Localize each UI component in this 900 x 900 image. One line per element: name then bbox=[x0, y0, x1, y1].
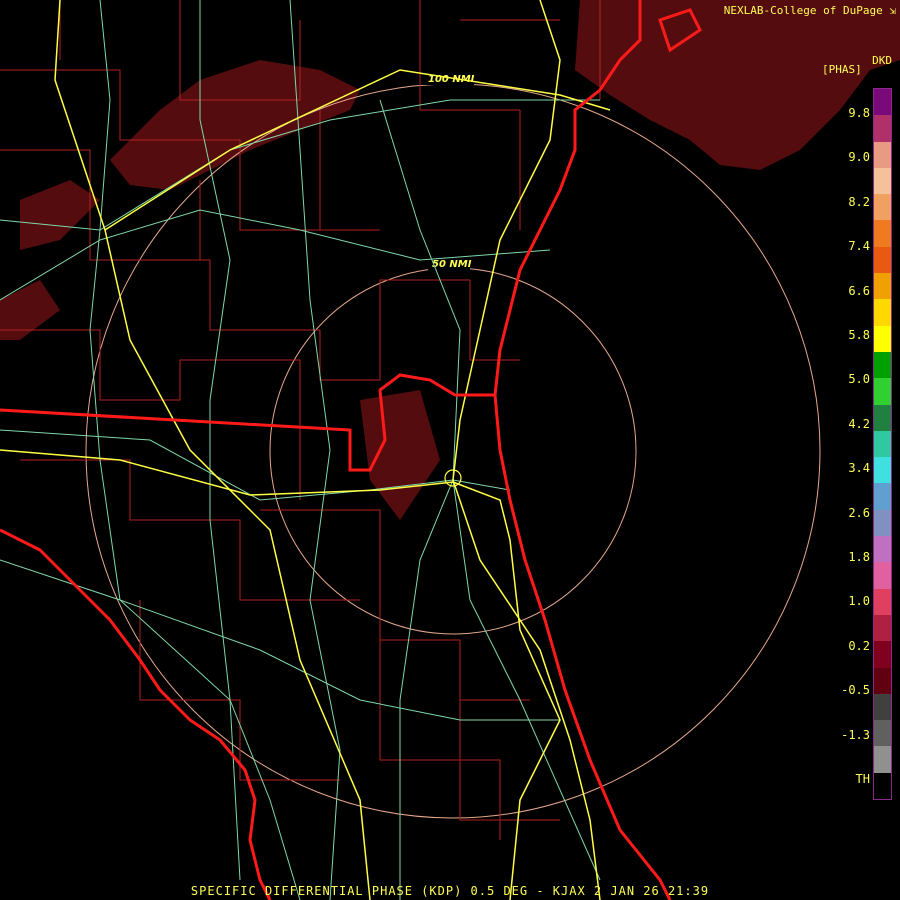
product-code: DKD bbox=[872, 54, 892, 67]
legend-swatch bbox=[874, 720, 891, 747]
legend-label: 2.6 bbox=[848, 505, 870, 520]
legend-label: 6.6 bbox=[848, 283, 870, 298]
legend-label: 1.8 bbox=[848, 550, 870, 564]
legend-swatch bbox=[874, 509, 891, 537]
legend-labels: 9.8 9.0 8.2 7.4 6.6 5.8 5.0 4.2 3.4 2.6 1.8 1.0 0.2 -… bbox=[840, 88, 870, 808]
legend-swatch bbox=[874, 536, 891, 563]
legend-swatch bbox=[874, 167, 891, 195]
legend-swatch bbox=[874, 89, 891, 116]
legend-swatch bbox=[874, 351, 891, 379]
legend-swatch bbox=[874, 220, 891, 248]
units-label: [PHAS] bbox=[822, 63, 862, 76]
legend-swatch bbox=[874, 194, 891, 221]
legend-swatch bbox=[874, 299, 891, 327]
legend-swatch bbox=[874, 483, 891, 511]
legend-swatch bbox=[874, 378, 891, 406]
legend-swatch bbox=[874, 273, 891, 300]
color-legend-bar bbox=[873, 88, 892, 800]
highways bbox=[0, 0, 611, 900]
coastline-state-lines bbox=[0, 0, 702, 900]
legend-swatch bbox=[874, 614, 891, 642]
legend-label: 3.4 bbox=[848, 461, 870, 476]
legend-label: -0.5 bbox=[841, 683, 870, 698]
legend-swatch bbox=[874, 772, 891, 800]
legend-label: 9.8 bbox=[848, 106, 870, 120]
legend-label: 0.2 bbox=[848, 638, 870, 653]
legend-swatch bbox=[874, 404, 891, 432]
legend-swatch bbox=[874, 457, 891, 484]
legend-label: 7.4 bbox=[848, 239, 870, 254]
legend-swatch bbox=[874, 693, 891, 721]
radar-map: 100 NMI 50 NMI bbox=[0, 0, 900, 900]
legend-swatch bbox=[874, 141, 891, 169]
range-ring-50 bbox=[269, 267, 637, 635]
legend-label: 1.0 bbox=[848, 594, 870, 609]
product-footer: SPECIFIC DIFFERENTIAL PHASE (KDP) 0.5 DE… bbox=[190, 884, 710, 898]
legend-swatch bbox=[874, 562, 891, 590]
legend-label: -1.3 bbox=[841, 727, 870, 742]
range-ring-100 bbox=[85, 83, 821, 819]
range-rings bbox=[85, 83, 821, 819]
external-link-icon[interactable]: ⇲ bbox=[889, 4, 896, 17]
legend-swatch bbox=[874, 667, 891, 695]
legend-label: 9.0 bbox=[848, 150, 870, 165]
legend-label: 5.8 bbox=[848, 328, 870, 342]
legend-swatch bbox=[874, 641, 891, 668]
legend-label: 4.2 bbox=[848, 416, 870, 431]
legend-label: 8.2 bbox=[848, 194, 870, 209]
range-ring-label-50: 50 NMI bbox=[432, 259, 472, 270]
legend-swatch bbox=[874, 115, 891, 143]
legend-swatch bbox=[874, 588, 891, 616]
legend-label: 5.0 bbox=[848, 372, 870, 387]
credit-text: NEXLAB-College of DuPage bbox=[723, 4, 883, 17]
legend-swatch bbox=[874, 746, 891, 774]
legend-swatch bbox=[874, 430, 891, 458]
legend-swatch bbox=[874, 325, 891, 353]
legend-label: TH bbox=[855, 772, 870, 786]
legend-swatch bbox=[874, 246, 891, 274]
credit-label: NEXLAB-College of DuPage ⇲ bbox=[724, 4, 896, 17]
